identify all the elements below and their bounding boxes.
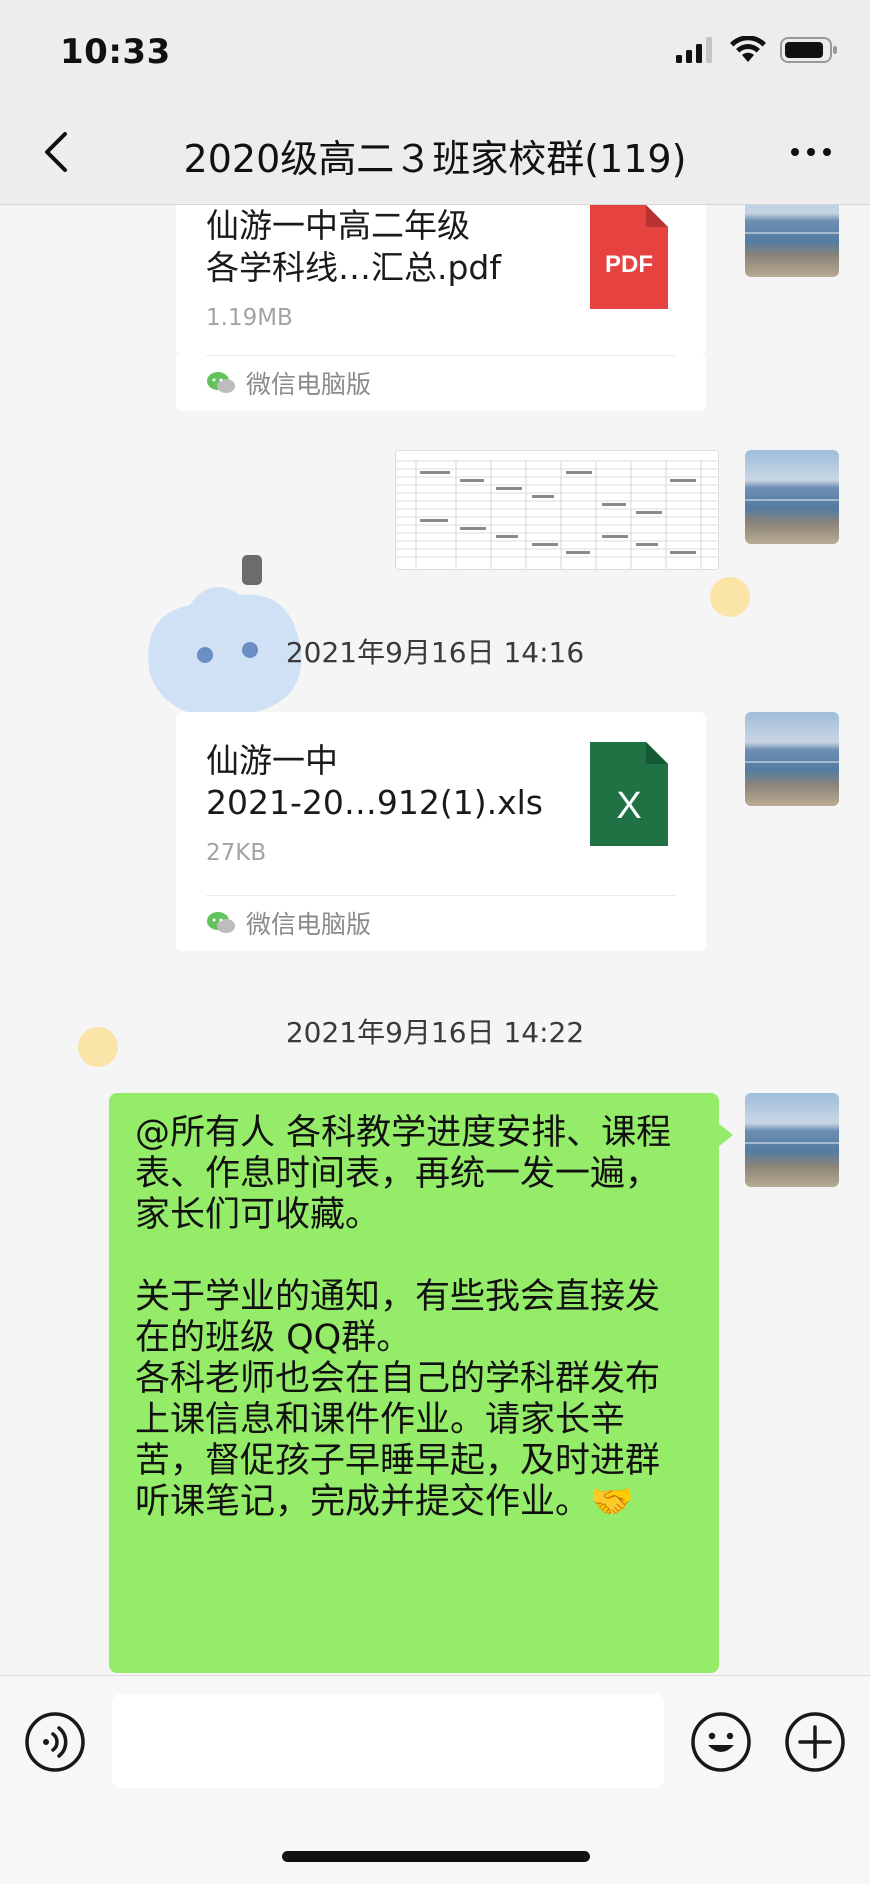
sender-avatar[interactable] bbox=[745, 712, 839, 806]
file-name-line: 仙游一中高二年级 bbox=[206, 206, 470, 245]
chat-title: 2020级高二３班家校群(119) bbox=[183, 137, 687, 181]
star-sticker-icon bbox=[710, 577, 750, 617]
more-dot-icon bbox=[791, 148, 799, 156]
file-message-xls[interactable]: 仙游一中 2021-20…912(1).xls 27KB X bbox=[176, 712, 706, 902]
status-time: 10:33 bbox=[60, 32, 171, 72]
wechat-pc-icon bbox=[207, 372, 235, 393]
more-options-button[interactable] bbox=[776, 124, 846, 180]
pdf-label: PDF bbox=[605, 251, 653, 278]
signal-icon bbox=[676, 37, 712, 63]
voice-icon[interactable] bbox=[24, 1711, 86, 1773]
excel-icon: X bbox=[590, 742, 668, 846]
file-source-label: 微信电脑版 bbox=[246, 910, 372, 939]
file-size: 1.19MB bbox=[206, 305, 293, 331]
message-timestamp: 2021年9月16日 14:22 bbox=[285, 1016, 585, 1049]
message-timestamp: 2021年9月16日 14:16 bbox=[285, 636, 585, 669]
more-dot-icon bbox=[823, 148, 831, 156]
spreadsheet-thumbnail[interactable] bbox=[395, 450, 719, 570]
emoji-icon[interactable] bbox=[690, 1711, 752, 1773]
message-paragraph: 关于学业的通知，有些我会直接发在的班级 QQ群。 bbox=[135, 1277, 661, 1358]
status-icons bbox=[676, 36, 838, 64]
file-source-bar: 微信电脑版 bbox=[176, 355, 706, 411]
sender-avatar[interactable] bbox=[745, 450, 839, 544]
more-dot-icon bbox=[807, 148, 815, 156]
battery-icon bbox=[780, 37, 837, 63]
message-paragraph: @所有人 各科教学进度安排、课程表、作息时间表，再统一发一遍，家长们可收藏。 bbox=[135, 1113, 672, 1235]
file-name-line: 仙游一中 bbox=[206, 741, 338, 780]
plus-icon[interactable] bbox=[784, 1711, 846, 1773]
wifi-icon bbox=[730, 36, 766, 62]
divider bbox=[206, 355, 676, 356]
excel-label: X bbox=[616, 785, 641, 827]
home-indicator[interactable] bbox=[282, 1851, 590, 1862]
chat-message-area[interactable]: 仙游一中高二年级 各学科线…汇总.pdf 1.19MB PDF 微信电脑版 20… bbox=[0, 205, 870, 1675]
pdf-icon: PDF bbox=[590, 205, 668, 309]
text-message-bubble[interactable]: @所有人 各科教学进度安排、课程表、作息时间表，再统一发一遍，家长们可收藏。 关… bbox=[109, 1093, 733, 1673]
file-name-line: 2021-20…912(1).xls bbox=[206, 783, 543, 822]
divider bbox=[206, 895, 676, 896]
back-button[interactable] bbox=[28, 124, 84, 180]
sender-avatar[interactable] bbox=[745, 205, 839, 277]
chat-header: 2020级高二３班家校群(119) bbox=[0, 100, 870, 205]
spreadsheet-thumbnail-icon bbox=[396, 451, 718, 569]
file-size: 27KB bbox=[206, 840, 267, 866]
file-message-pdf[interactable]: 仙游一中高二年级 各学科线…汇总.pdf 1.19MB PDF bbox=[176, 205, 706, 355]
sender-avatar[interactable] bbox=[745, 1093, 839, 1187]
message-paragraph: 各科老师也会在自己的学科群发布上课信息和课件作业。请家长辛苦，督促孩子早睡早起，… bbox=[135, 1359, 661, 1522]
file-source-bar: 微信电脑版 bbox=[176, 895, 706, 951]
wechat-pc-icon bbox=[207, 912, 235, 933]
message-input[interactable] bbox=[112, 1694, 664, 1788]
chevron-left-icon bbox=[45, 132, 67, 172]
file-source-label: 微信电脑版 bbox=[246, 370, 372, 399]
file-name-line: 各学科线…汇总.pdf bbox=[206, 248, 502, 287]
